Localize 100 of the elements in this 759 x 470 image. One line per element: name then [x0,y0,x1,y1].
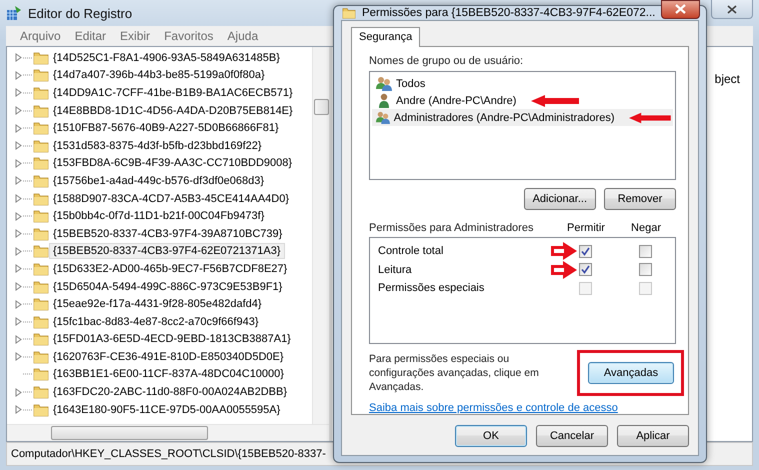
tree-item[interactable]: {1510FB87-5676-40B9-A227-5D0B66866F81} [49,120,283,136]
expand-arrow-icon[interactable] [15,317,23,326]
dialog-button[interactable]: Aplicar [617,425,689,447]
tree-line-icon [23,286,33,288]
expand-arrow-icon[interactable] [15,124,23,133]
tree-line-icon [23,303,33,306]
close-button[interactable] [661,0,700,18]
tree-item[interactable]: {153FBD8A-6C9B-4F39-AA3C-CC710BDD9008} [49,155,296,172]
tree-item[interactable]: {1588D907-83CA-4CD7-A5B3-45CE414AA4D0} [49,190,294,207]
folder-icon [33,138,49,153]
window-title: Editor do Registro [28,6,132,20]
expand-arrow-icon[interactable] [15,88,23,98]
tree-item[interactable]: {1531d583-8375-4d3f-b5fb-d23bbd169f22} [49,138,266,154]
action-button[interactable]: Adicionar... [524,188,596,210]
folder-icon [33,332,49,346]
help-link[interactable]: Saiba mais sobre permissões e controle de acesso [369,402,676,414]
folder-icon [33,174,49,188]
permission-name: Controle total [378,245,444,258]
folder-icon [33,104,49,118]
folder-icon [33,50,49,65]
tree-item[interactable]: {14DD9A1C-7CFF-41be-B1B9-BA1AC6ECB571} [49,84,297,101]
folder-icon [33,68,49,82]
tree-item[interactable]: {15eae92e-f17a-4431-9f28-805e482dafd4} [49,296,266,312]
expand-arrow-icon[interactable] [15,352,23,362]
dialog-button[interactable]: Cancelar [536,425,608,447]
tree-line-icon [23,408,33,411]
users-icon [376,76,393,91]
tree-item[interactable]: {163FDC20-2ABC-11d0-88F0-00A024AB2DBB} [49,384,291,400]
tree-line-icon [23,320,33,323]
folder-icon [33,385,49,400]
expand-arrow-icon[interactable] [15,246,23,256]
expand-arrow-icon[interactable] [15,300,23,309]
expand-arrow-icon[interactable] [15,334,23,344]
expand-arrow-icon[interactable] [15,405,23,414]
checkbox[interactable] [578,263,592,276]
checkbox[interactable] [638,244,652,258]
tree-line-icon [23,110,33,112]
tree-line-icon [23,373,33,376]
user-name: Administradores (Andre-PC\Administradores) [394,112,614,124]
folder-icon [33,226,49,241]
expand-arrow-icon[interactable] [15,176,23,186]
tree-line-icon [23,268,33,270]
tree-item[interactable]: {1620763F-CE36-491E-810D-E850340D5D0E} [49,348,288,365]
expand-arrow-icon[interactable] [15,212,23,221]
menu-item[interactable]: Favoritos [164,29,214,43]
folder-icon [33,280,49,294]
dialog-button[interactable]: OK [455,425,527,447]
column-header: Negar [630,222,662,234]
tree-line-icon [23,356,33,358]
checkbox[interactable] [638,263,652,276]
vertical-scrollbar[interactable] [312,47,329,424]
folder-icon [33,262,49,276]
tree-item[interactable]: {14d7a407-396b-44b3-be85-5199a0f0f80a} [49,67,269,84]
tree-item[interactable]: {14D525C1-F8A1-4906-93A5-5849A631485B} [49,50,284,66]
horizontal-scrollbar[interactable] [7,424,329,441]
folder-icon [342,6,356,20]
folder-icon [33,367,49,382]
menu-item[interactable]: Ajuda [227,29,258,43]
expand-arrow-icon[interactable] [15,264,23,274]
tree-item[interactable]: {15D633E2-AD00-465b-9EC7-F56B7CDF8E27} [49,260,292,277]
tree-line-icon [23,92,33,94]
menu-item[interactable]: Exibir [120,29,150,43]
user-list-item[interactable]: Andre (Andre-PC\Andre) [372,92,673,109]
tree-item[interactable]: {15FD01A3-6E5D-4ECD-9EBD-1813CB3887A1} [49,331,295,348]
expand-arrow-icon[interactable] [15,194,23,204]
user-list-item[interactable]: Administradores (Andre-PC\Administradores) [372,109,673,126]
expand-arrow-icon[interactable] [15,53,23,62]
action-button[interactable]: Remover [604,188,676,210]
expand-arrow-icon[interactable] [15,141,23,150]
close-button[interactable] [711,0,753,19]
user-name: Andre (Andre-PC\Andre) [396,94,516,106]
menu-item[interactable]: Editar [74,29,106,43]
expand-arrow-icon[interactable] [15,158,23,168]
tree-item[interactable]: {163BB1E1-6E00-11CF-837A-48DC04C10000} [49,366,288,382]
tree-item[interactable]: {15b0bb4c-0f7d-11D1-b21f-00C04Fb9473f} [49,208,268,224]
expand-arrow-icon[interactable] [15,70,23,80]
tree-line-icon [23,127,33,130]
advanced-button[interactable]: Avançadas [588,362,674,384]
tree-line-icon [23,215,33,218]
tree-item[interactable]: {15BEB520-8337-4CB3-97F4-39A8710BC739} [49,226,286,242]
tree-item[interactable]: {15756be1-a4ad-449c-b576-df3df0e068d3} [49,172,268,189]
tree-item[interactable]: {15D6504A-5494-499C-886C-973C9E53B9F1} [49,278,286,295]
tree-line-icon [23,180,33,182]
users-icon [376,110,391,125]
tree-item[interactable]: {1643E180-90F5-11CE-97D5-00AA0055595A} [49,402,284,418]
tree-item[interactable]: {14E8BBD8-1D1C-4D56-A4DA-D20B75EB814E} [49,102,297,119]
user-list-item[interactable]: Todos [372,75,673,92]
help-text: Para permissões especiais ou configurações avançadas, clique em Avançadas. [369,352,540,394]
tab[interactable]: Segurança [351,27,420,47]
expand-arrow-icon[interactable] [15,282,23,292]
expand-arrow-icon[interactable] [15,388,23,397]
tree-item[interactable]: {15BEB520-8337-4CB3-97F4-62E0721371A3} [49,243,285,260]
expand-arrow-icon[interactable] [15,229,23,238]
folder-icon [33,244,49,258]
checkbox[interactable] [578,244,592,258]
folder-icon [33,86,49,100]
folder-icon [33,297,49,312]
tree-item[interactable]: {15fc1bac-8d83-4e87-8cc2-a70c9f66f943} [49,314,262,330]
menu-item[interactable]: Arquivo [20,29,61,43]
expand-arrow-icon[interactable] [15,106,23,116]
